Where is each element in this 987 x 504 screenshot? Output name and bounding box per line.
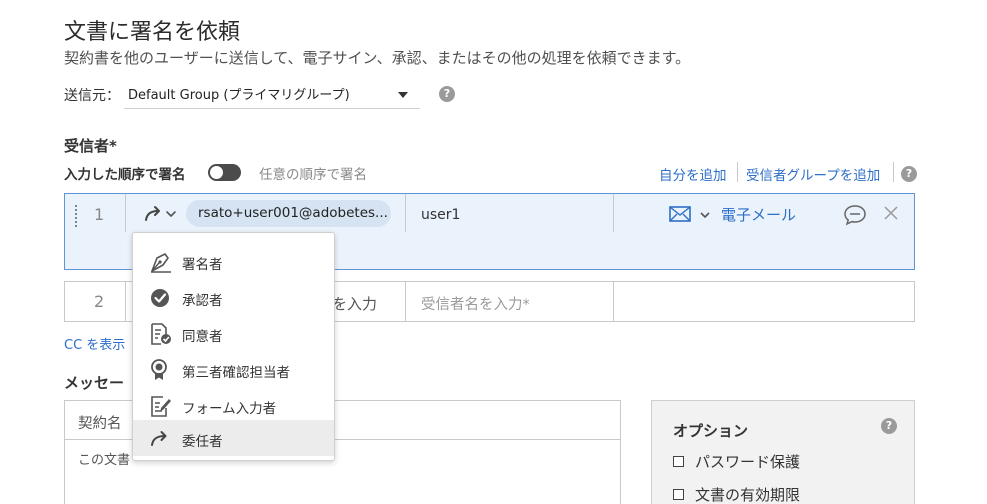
add-recipient-group-link[interactable]: 受信者グループを追加 — [746, 164, 880, 184]
page-title: 文書に署名を依頼 — [64, 20, 241, 45]
row-divider — [125, 194, 126, 232]
menu-item-label: 署名者 — [182, 257, 223, 273]
menu-item-label: 承認者 — [182, 293, 223, 309]
options-panel: オプション ? パスワード保護 文書の有効期限 — [651, 400, 915, 504]
options-help-icon[interactable]: ? — [881, 418, 897, 434]
menu-item-form-filler[interactable]: フォーム入力者 — [133, 387, 334, 423]
menu-item-signer[interactable]: 署名者 — [133, 243, 334, 279]
close-icon[interactable] — [883, 205, 899, 225]
chevron-down-icon[interactable] — [699, 206, 711, 225]
add-myself-link[interactable]: 自分を追加 — [659, 164, 727, 184]
recipient-email-chip[interactable]: rsato+user001@adobetes... — [186, 200, 391, 227]
sender-select[interactable]: Default Group (プライマリグループ) — [124, 80, 420, 109]
certificate-ribbon-icon — [149, 359, 173, 381]
document-check-icon — [149, 323, 173, 345]
option-label: 文書の有効期限 — [695, 486, 801, 504]
sign-any-order-label: 任意の順序で署名 — [259, 167, 367, 183]
sign-order-toggle[interactable] — [208, 164, 241, 181]
menu-item-label: 同意者 — [182, 329, 223, 345]
chevron-down-icon — [398, 92, 408, 98]
options-title: オプション — [673, 422, 749, 440]
menu-item-label: 委任者 — [182, 434, 223, 450]
recipients-help-icon[interactable]: ? — [901, 166, 917, 182]
sign-in-order-label: 入力した順序で署名 — [64, 167, 186, 183]
sender-help-icon[interactable]: ? — [439, 86, 455, 102]
form-edit-icon — [149, 395, 173, 417]
checkbox[interactable] — [673, 489, 684, 500]
delivery-method-label[interactable]: 電子メール — [721, 204, 796, 225]
link-divider — [893, 162, 894, 182]
recipients-heading: 受信者* — [64, 137, 117, 155]
password-protect-option[interactable]: パスワード保護 — [673, 451, 800, 472]
agreement-name-input[interactable]: 契約名 — [78, 412, 122, 433]
drag-handle-icon[interactable] — [74, 204, 78, 228]
menu-item-delegator[interactable]: 委任者 — [133, 420, 334, 456]
menu-item-certified-recipient[interactable]: 第三者確認担当者 — [133, 351, 334, 387]
recipient-name-input[interactable]: 受信者名を入力* — [421, 293, 530, 314]
menu-item-label: フォーム入力者 — [182, 401, 277, 417]
checkbox[interactable] — [673, 456, 684, 467]
menu-item-acceptor[interactable]: 同意者 — [133, 315, 334, 351]
option-label: パスワード保護 — [695, 453, 801, 471]
recipient-name[interactable]: user1 — [421, 207, 460, 223]
sender-value: Default Group (プライマリグループ) — [128, 88, 350, 103]
message-heading: メッセー — [64, 374, 125, 392]
menu-item-approver[interactable]: 承認者 — [133, 279, 334, 315]
page-subtitle: 契約書を他のユーザーに送信して、電子サイン、承認、またはその他の処理を依頼できま… — [64, 49, 691, 67]
message-textarea[interactable]: この文書 — [78, 449, 130, 468]
recipient-number: 2 — [94, 292, 105, 311]
role-selector-button[interactable] — [143, 204, 181, 226]
menu-item-label: 第三者確認担当者 — [182, 365, 290, 381]
show-cc-link[interactable]: CC を表示 — [64, 334, 125, 353]
delegate-arrow-icon — [149, 428, 173, 450]
pen-nib-icon — [149, 251, 173, 273]
row-divider — [125, 282, 126, 321]
check-circle-icon — [149, 287, 173, 309]
row-divider — [613, 282, 614, 321]
email-icon[interactable] — [669, 206, 691, 226]
row-divider — [405, 282, 406, 321]
row-divider — [405, 194, 406, 232]
expiration-option[interactable]: 文書の有効期限 — [673, 484, 800, 504]
sender-label: 送信元： — [64, 88, 120, 104]
row-divider — [613, 194, 614, 232]
delegate-arrow-icon — [145, 206, 176, 221]
recipient-number: 1 — [94, 205, 105, 224]
link-divider — [737, 162, 738, 182]
private-message-icon[interactable] — [843, 204, 867, 230]
